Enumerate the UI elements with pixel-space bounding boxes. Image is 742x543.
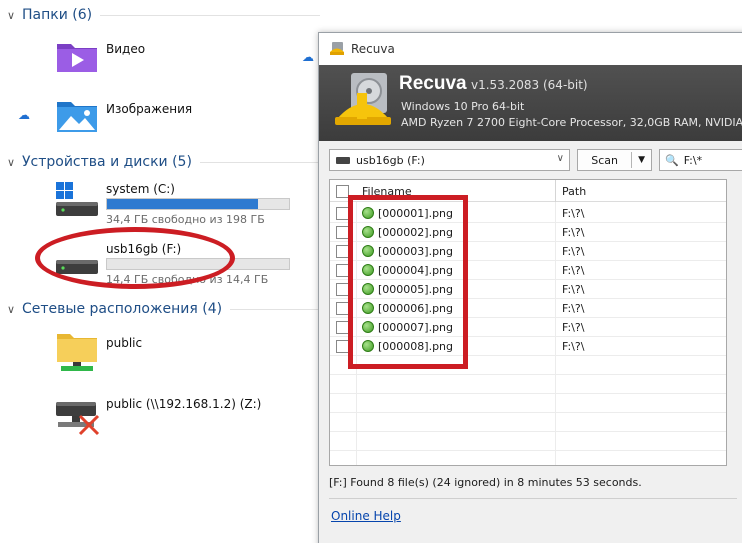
folder-label-pictures: Изображения <box>106 102 193 116</box>
group-divider <box>230 308 320 310</box>
network-folder-icon <box>57 334 97 371</box>
search-icon: 🔍 <box>665 153 679 167</box>
title-bar[interactable]: Recuva <box>319 33 742 65</box>
group-header-devices[interactable]: ∨ Устройства и диски (5) <box>0 151 320 173</box>
drive-dropdown[interactable]: usb16gb (F:) ∨ <box>329 149 570 171</box>
footer-divider <box>329 498 737 499</box>
chevron-down-icon[interactable]: ∨ <box>557 153 564 164</box>
recuva-logo-icon <box>335 73 391 125</box>
column-separator[interactable] <box>555 180 556 202</box>
file-path: F:\?\ <box>562 226 585 239</box>
app-version: v1.53.2083 (64-bit) <box>471 78 588 92</box>
online-help-link[interactable]: Online Help <box>331 509 401 523</box>
scan-button-label: Scan <box>591 153 618 167</box>
file-path: F:\?\ <box>562 283 585 296</box>
table-row-empty <box>330 413 726 432</box>
chevron-down-icon[interactable]: ∨ <box>0 156 22 169</box>
group-title-folders: Папки (6) <box>22 7 93 23</box>
group-divider <box>100 14 320 16</box>
table-row-empty <box>330 375 726 394</box>
disconnected-network-drive-icon <box>56 402 100 436</box>
highlight-rectangle <box>348 195 468 369</box>
file-path: F:\?\ <box>562 321 585 334</box>
drive-usage-bar <box>106 198 290 210</box>
highlight-ellipse <box>35 227 235 289</box>
drive-usage-fill <box>107 199 259 209</box>
network-label-public-z: public (\\192.168.1.2) (Z:) <box>106 397 262 411</box>
table-row-empty <box>330 432 726 451</box>
video-folder-icon <box>57 44 97 72</box>
file-path: F:\?\ <box>562 264 585 277</box>
cloud-icon: ☁ <box>302 50 314 64</box>
group-header-folders[interactable]: ∨ Папки (6) <box>0 4 320 26</box>
recuva-banner: Recuva v1.53.2083 (64-bit) Windows 10 Pr… <box>319 65 742 141</box>
window-title: Recuva <box>351 42 395 56</box>
scan-button[interactable]: Scan ▼ <box>577 149 652 171</box>
grid-line <box>726 202 727 465</box>
path-filter-input[interactable]: 🔍 F:\* <box>659 149 742 171</box>
windows-drive-icon <box>56 182 98 216</box>
file-path: F:\?\ <box>562 245 585 258</box>
group-title-devices: Устройства и диски (5) <box>22 154 192 170</box>
drive-dropdown-value: usb16gb (F:) <box>356 153 425 167</box>
path-filter-value: F:\* <box>683 153 703 167</box>
drive-free-space: 34,4 ГБ свободно из 198 ГБ <box>106 213 265 226</box>
cloud-icon: ☁ <box>18 108 30 122</box>
column-header-path[interactable]: Path <box>562 185 586 198</box>
scan-options-dropdown-icon[interactable]: ▼ <box>632 155 651 165</box>
table-row-empty <box>330 394 726 413</box>
recuva-app-icon <box>330 42 344 55</box>
group-divider <box>199 161 320 163</box>
app-name: Recuva <box>399 73 467 94</box>
system-os-info: Windows 10 Pro 64-bit <box>401 100 525 113</box>
folder-label-video: Видео <box>106 42 146 56</box>
group-header-network[interactable]: ∨ Сетевые расположения (4) <box>0 298 320 320</box>
system-hardware-info: AMD Ryzen 7 2700 Eight-Core Processor, 3… <box>401 116 742 129</box>
network-label-public: public <box>106 336 143 350</box>
file-path: F:\?\ <box>562 340 585 353</box>
chevron-down-icon[interactable]: ∨ <box>0 9 22 22</box>
chevron-down-icon[interactable]: ∨ <box>0 303 22 316</box>
scan-status-text: [F:] Found 8 file(s) (24 ignored) in 8 m… <box>329 476 642 489</box>
drive-icon <box>336 156 350 164</box>
drive-label-system: system (C:) <box>106 182 175 196</box>
group-title-network: Сетевые расположения (4) <box>22 301 223 317</box>
file-path: F:\?\ <box>562 302 585 315</box>
file-path: F:\?\ <box>562 207 585 220</box>
pictures-folder-icon <box>57 102 97 132</box>
